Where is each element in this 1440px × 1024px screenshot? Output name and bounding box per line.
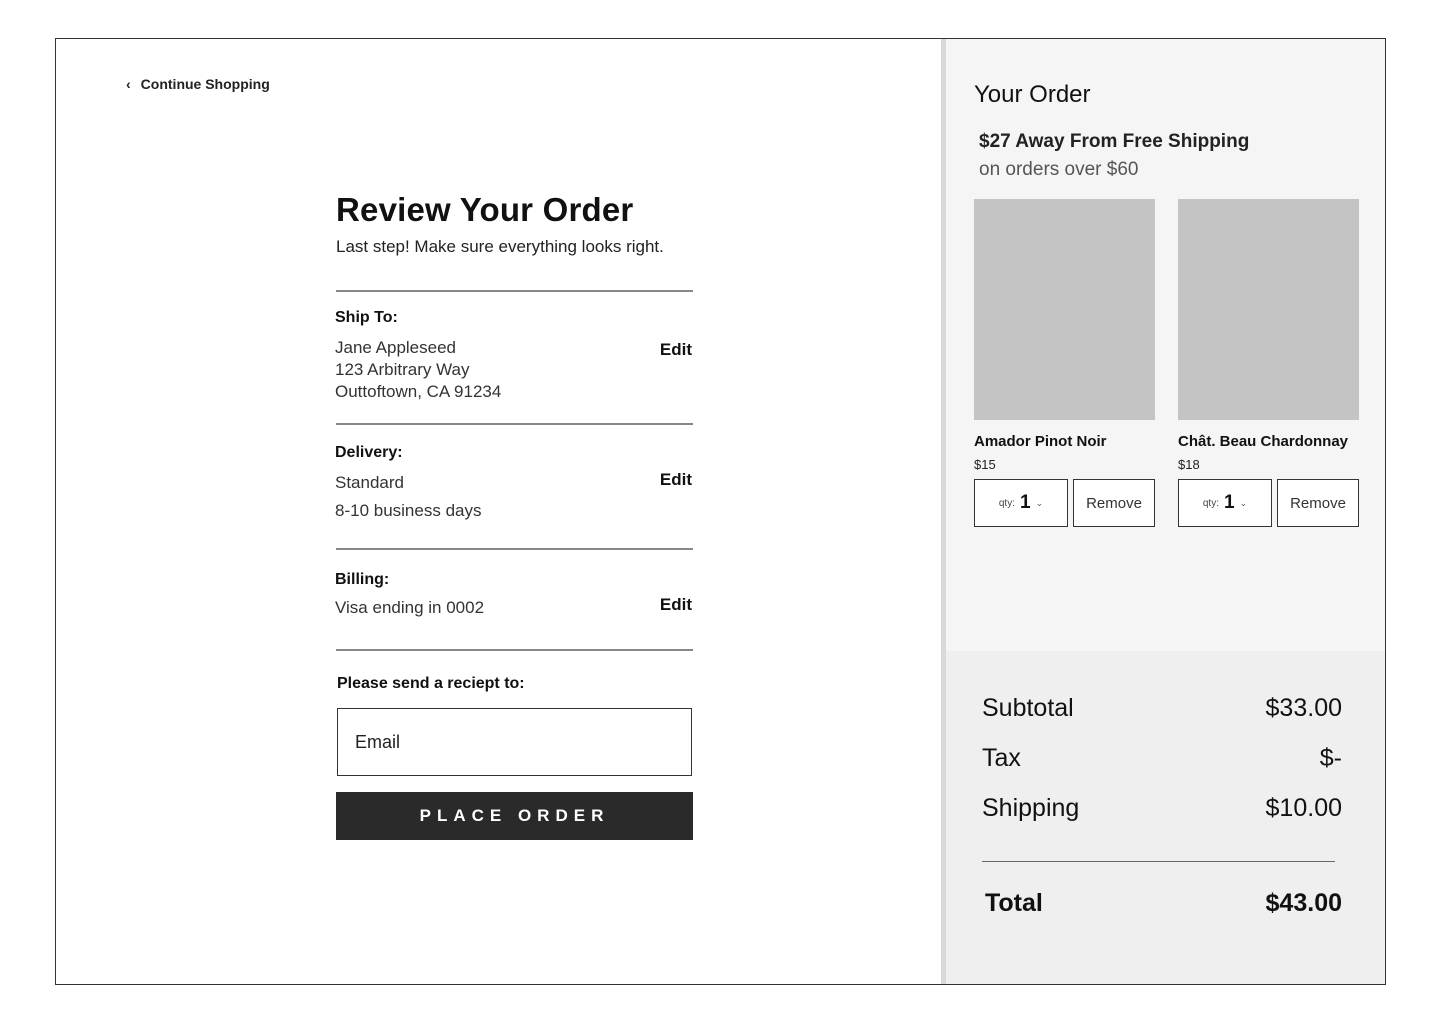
product-image bbox=[974, 199, 1155, 420]
order-title: Your Order bbox=[974, 81, 1091, 108]
billing-label: Billing: bbox=[335, 571, 390, 588]
billing-card: Visa ending in 0002 bbox=[335, 598, 485, 617]
review-section: Review Your Order Last step! Make sure e… bbox=[335, 191, 694, 840]
shipping-value: $10.00 bbox=[1265, 794, 1342, 822]
chevron-down-icon: ⌄ bbox=[1035, 497, 1044, 508]
divider bbox=[336, 423, 693, 425]
qty-value: 1 bbox=[1224, 492, 1235, 513]
divider bbox=[336, 649, 693, 651]
total-row: Total $43.00 bbox=[985, 889, 1342, 918]
remove-button[interactable]: Remove bbox=[1073, 479, 1155, 527]
chevron-down-icon: ⌄ bbox=[1239, 497, 1248, 508]
summary-divider bbox=[982, 861, 1335, 862]
total-label: Total bbox=[985, 889, 1043, 917]
tax-label: Tax bbox=[982, 744, 1021, 772]
tax-value: $- bbox=[1319, 744, 1342, 772]
qty-label: qty: bbox=[998, 497, 1015, 509]
page-title: Review Your Order bbox=[336, 191, 634, 228]
qty-value: 1 bbox=[1020, 492, 1031, 513]
continue-shopping-link[interactable]: ‹ Continue Shopping bbox=[126, 76, 270, 92]
delivery-time: 8-10 business days bbox=[335, 501, 482, 520]
ship-to-city: Outtoftown, CA 91234 bbox=[335, 382, 502, 401]
billing-section: Billing: Visa ending in 0002 Edit bbox=[335, 571, 692, 619]
edit-billing-button[interactable]: Edit bbox=[660, 595, 692, 615]
product-card: Chât. Beau Chardonnay $18 qty: 1 ⌄ Remov… bbox=[1178, 199, 1359, 527]
place-order-button[interactable]: PLACE ORDER bbox=[336, 792, 693, 840]
order-panel: Your Order $27 Away From Free Shipping o… bbox=[946, 39, 1385, 651]
subtotal-label: Subtotal bbox=[982, 694, 1074, 722]
page-subtitle: Last step! Make sure everything looks ri… bbox=[336, 237, 664, 256]
ship-to-section: Ship To: Jane Appleseed 123 Arbitrary Wa… bbox=[335, 309, 692, 403]
total-value: $43.00 bbox=[1265, 889, 1342, 917]
checkout-frame: ‹ Continue Shopping Review Your Order La… bbox=[55, 38, 1386, 985]
product-name: Amador Pinot Noir bbox=[974, 433, 1107, 450]
product-controls: qty: 1 ⌄ Remove bbox=[1178, 479, 1359, 527]
edit-delivery-button[interactable]: Edit bbox=[660, 470, 692, 490]
product-name: Chât. Beau Chardonnay bbox=[1178, 433, 1349, 450]
free-shipping-subtext: on orders over $60 bbox=[979, 159, 1139, 180]
divider bbox=[336, 290, 693, 292]
quantity-select[interactable]: qty: 1 ⌄ bbox=[1178, 479, 1272, 527]
product-price: $18 bbox=[1178, 457, 1200, 472]
delivery-label: Delivery: bbox=[335, 444, 403, 461]
quantity-select[interactable]: qty: 1 ⌄ bbox=[974, 479, 1068, 527]
divider bbox=[336, 548, 693, 550]
product-card: Amador Pinot Noir $15 qty: 1 ⌄ Remove bbox=[974, 199, 1155, 527]
continue-shopping-label: Continue Shopping bbox=[140, 76, 270, 92]
edit-ship-to-button[interactable]: Edit bbox=[660, 340, 692, 360]
product-price: $15 bbox=[974, 457, 996, 472]
ship-to-street: 123 Arbitrary Way bbox=[335, 360, 470, 379]
qty-label: qty: bbox=[1202, 497, 1219, 509]
delivery-method: Standard bbox=[335, 473, 404, 492]
receipt-label: Please send a reciept to: bbox=[337, 675, 525, 692]
ship-to-name: Jane Appleseed bbox=[335, 338, 456, 357]
subtotal-value: $33.00 bbox=[1265, 694, 1342, 722]
tax-row: Tax $- bbox=[982, 744, 1342, 773]
order-summary: Subtotal $33.00 Tax $- Shipping $10.00 T… bbox=[946, 651, 1385, 984]
remove-button[interactable]: Remove bbox=[1277, 479, 1359, 527]
ship-to-label: Ship To: bbox=[335, 309, 398, 326]
shipping-label: Shipping bbox=[982, 794, 1080, 822]
email-input[interactable] bbox=[337, 708, 692, 776]
shipping-row: Shipping $10.00 bbox=[982, 794, 1342, 823]
free-shipping-message: $27 Away From Free Shipping bbox=[979, 131, 1250, 152]
chevron-left-icon: ‹ bbox=[126, 76, 131, 92]
product-image bbox=[1178, 199, 1359, 420]
delivery-section: Delivery: Standard 8-10 business days Ed… bbox=[335, 444, 692, 522]
product-controls: qty: 1 ⌄ Remove bbox=[974, 479, 1155, 527]
subtotal-row: Subtotal $33.00 bbox=[982, 694, 1342, 723]
